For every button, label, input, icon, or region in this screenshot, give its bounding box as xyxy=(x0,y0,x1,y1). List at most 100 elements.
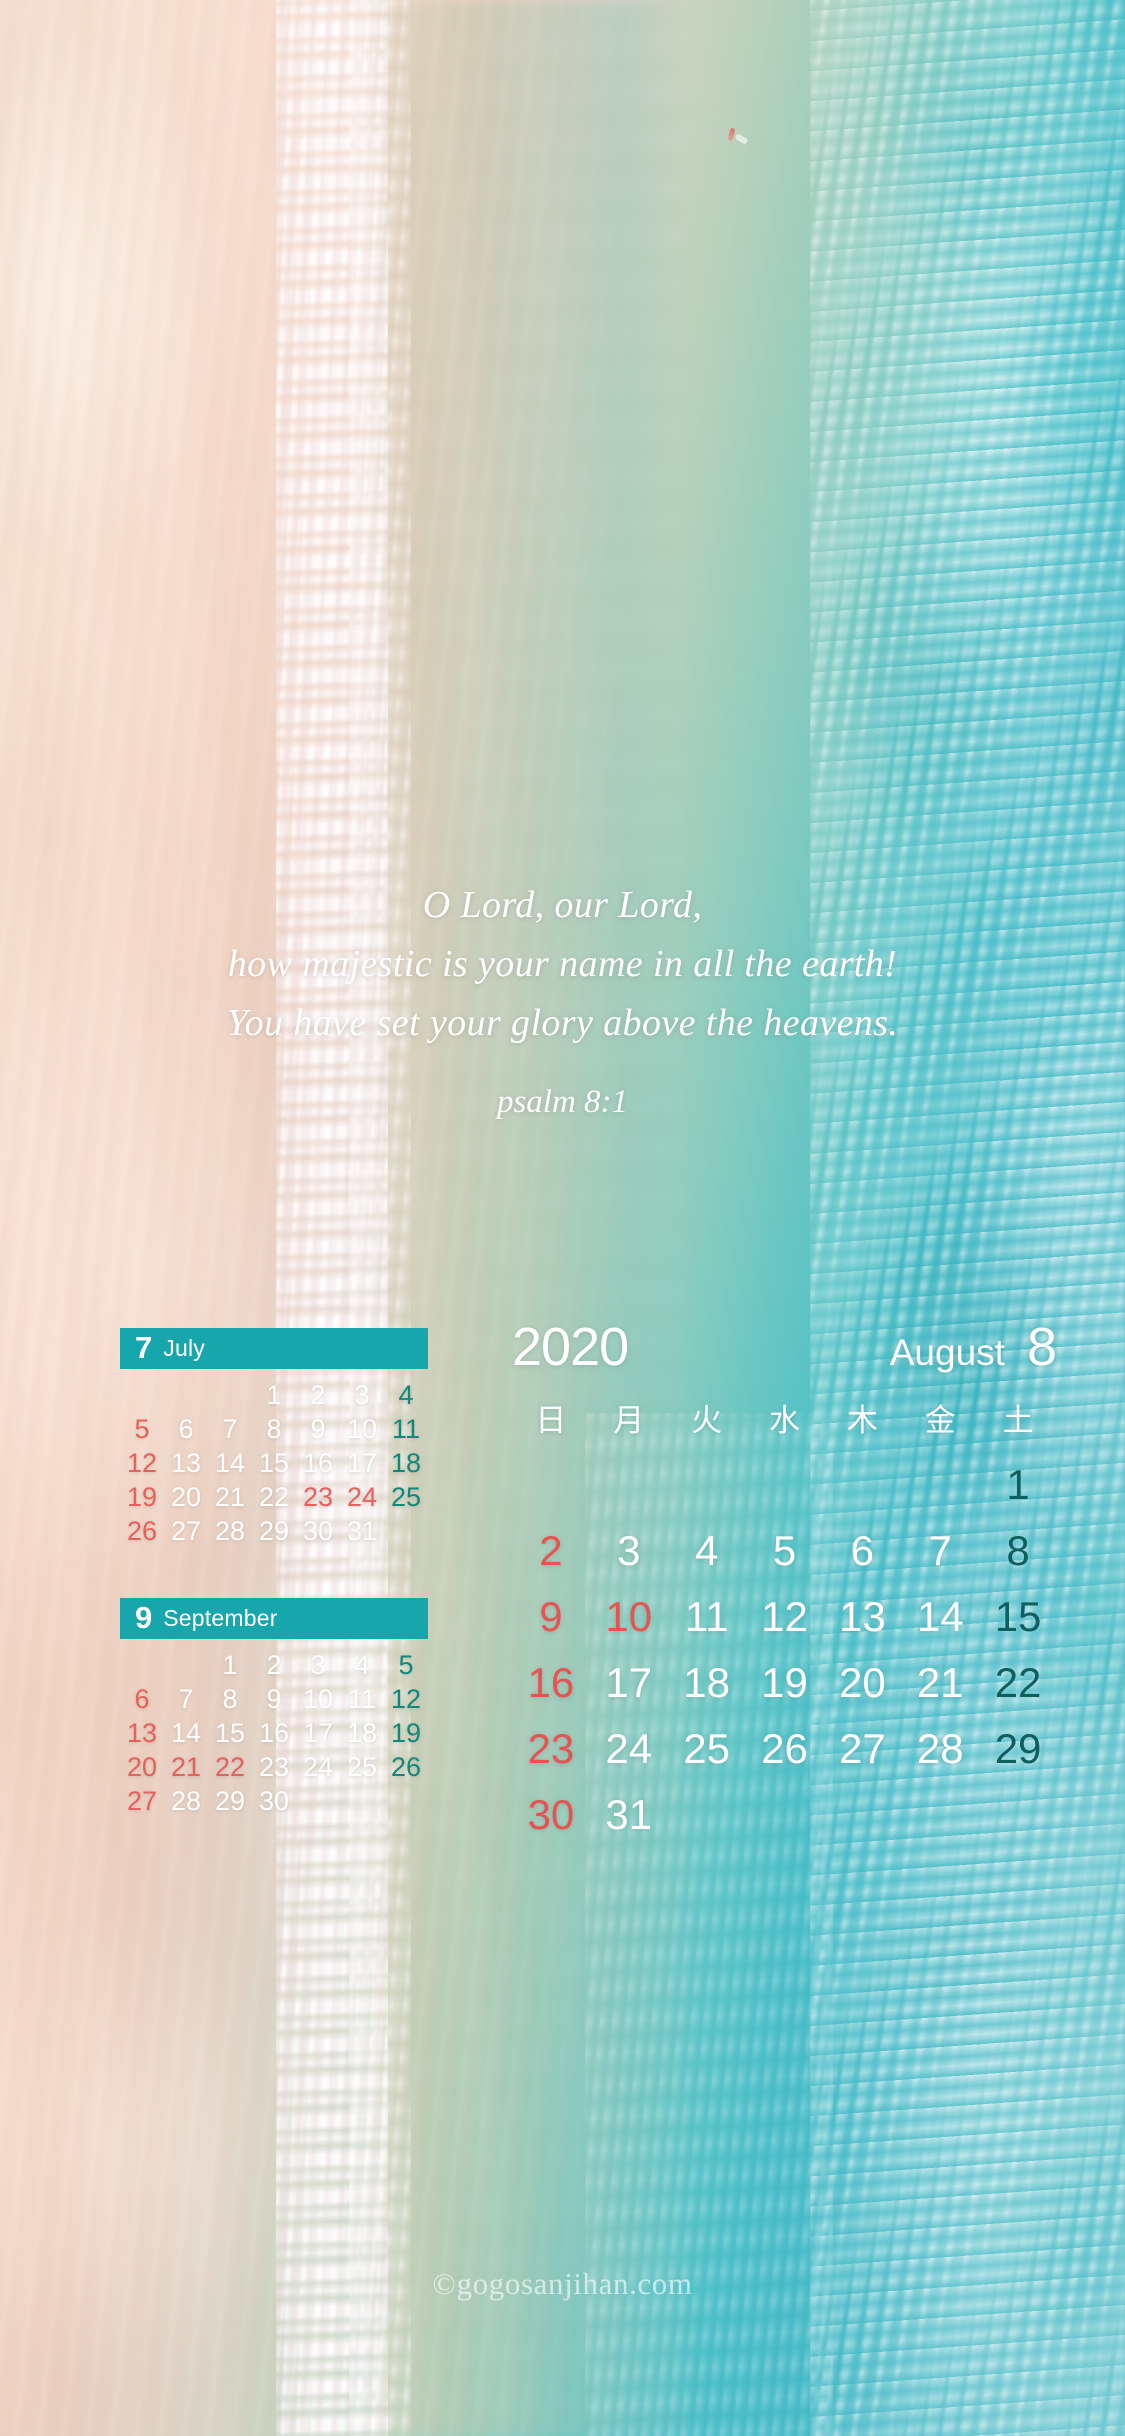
calendar-day-15: 15 xyxy=(994,1593,1042,1640)
weekday-header-2: 火 xyxy=(691,1403,723,1439)
main-calendar-day-grid: 0000001234567891011121314151617181920212… xyxy=(512,1456,1057,1844)
calendar-day-21: 21 xyxy=(214,1482,246,1512)
calendar-day-5: 5 xyxy=(134,1414,150,1444)
site-watermark: ©gogosanjihan.com xyxy=(432,2266,693,2301)
scripture-verse: O Lord, our Lord, how majestic is your n… xyxy=(0,876,1125,1122)
photo-grain-overlay xyxy=(0,0,1125,2436)
main-calendar-month-name: August xyxy=(889,1332,1005,1373)
calendar-day-28: 28 xyxy=(916,1725,964,1772)
calendar-day-2: 2 xyxy=(310,1380,326,1410)
calendar-day-12: 12 xyxy=(126,1448,158,1478)
calendar-day-15: 15 xyxy=(214,1718,246,1748)
mini-calendar-july-header: 7 July xyxy=(120,1328,428,1369)
calendar-day-22: 22 xyxy=(214,1752,246,1782)
mini-september-month-name: September xyxy=(163,1605,278,1631)
calendar-day-16: 16 xyxy=(258,1718,290,1748)
main-calendar-weekday-header: 日月火水木金土 xyxy=(512,1403,1057,1439)
calendar-day-19: 19 xyxy=(761,1659,808,1706)
calendar-day-1: 1 xyxy=(266,1380,282,1410)
calendar-day-7: 7 xyxy=(222,1414,238,1444)
mini-calendar-september-grid: 0012345678910111213141516171819202122232… xyxy=(120,1649,428,1817)
weekday-header-1: 月 xyxy=(613,1403,645,1439)
calendar-day-17: 17 xyxy=(302,1718,334,1748)
calendar-day-29: 29 xyxy=(994,1725,1042,1772)
calendar-day-29: 29 xyxy=(258,1516,290,1546)
calendar-day-13: 13 xyxy=(126,1718,158,1748)
calendar-day-14: 14 xyxy=(916,1593,964,1640)
calendar-day-27: 27 xyxy=(126,1786,158,1816)
mini-september-month-number: 9 xyxy=(135,1600,153,1635)
calendar-day-23: 23 xyxy=(527,1725,575,1772)
calendar-day-22: 22 xyxy=(994,1659,1042,1706)
calendar-day-2: 2 xyxy=(266,1650,282,1680)
calendar-day-19: 19 xyxy=(126,1482,158,1512)
calendar-day-1: 1 xyxy=(1006,1461,1030,1508)
calendar-day-4: 4 xyxy=(398,1380,414,1410)
calendar-day-9: 9 xyxy=(539,1593,563,1640)
calendar-day-13: 13 xyxy=(838,1593,886,1640)
calendar-day-16: 16 xyxy=(302,1448,334,1478)
weekday-header-3: 水 xyxy=(768,1403,800,1439)
calendar-day-11: 11 xyxy=(684,1593,729,1640)
calendar-day-24: 24 xyxy=(302,1752,334,1782)
calendar-day-20: 20 xyxy=(170,1482,202,1512)
calendar-day-3: 3 xyxy=(354,1380,370,1410)
calendar-day-8: 8 xyxy=(1006,1527,1030,1574)
main-calendar-august: 2020 August 8 日月火水木金土 000000123456789101… xyxy=(512,1320,1057,1844)
beach-aerial-photo xyxy=(0,0,1125,2436)
calendar-day-23: 23 xyxy=(302,1482,334,1512)
calendar-day-30: 30 xyxy=(258,1786,290,1816)
mini-calendar-september-header: 9 September xyxy=(120,1598,428,1639)
main-calendar-month-number: 8 xyxy=(1026,1317,1057,1377)
calendar-day-19: 19 xyxy=(390,1718,422,1748)
calendar-day-25: 25 xyxy=(683,1725,730,1772)
calendar-day-27: 27 xyxy=(838,1725,886,1772)
weekday-header-5: 金 xyxy=(924,1403,956,1439)
calendar-day-3: 3 xyxy=(310,1650,326,1680)
calendar-day-26: 26 xyxy=(761,1725,808,1772)
calendar-day-24: 24 xyxy=(346,1482,378,1512)
calendar-day-11: 11 xyxy=(347,1684,377,1714)
calendar-day-28: 28 xyxy=(214,1516,246,1546)
weekday-header-4: 木 xyxy=(846,1403,878,1439)
calendar-day-11: 11 xyxy=(391,1414,421,1444)
calendar-day-5: 5 xyxy=(772,1527,797,1574)
calendar-day-25: 25 xyxy=(346,1752,378,1782)
mini-calendar-july: 7 July 000123456789101112131415161718192… xyxy=(120,1328,428,1547)
verse-reference: psalm 8:1 xyxy=(496,1084,629,1120)
calendar-day-6: 6 xyxy=(850,1527,875,1574)
calendar-day-26: 26 xyxy=(126,1516,158,1546)
calendar-day-17: 17 xyxy=(605,1659,653,1706)
calendar-wallpaper: O Lord, our Lord, how majestic is your n… xyxy=(0,0,1125,2436)
calendar-day-5: 5 xyxy=(398,1650,414,1680)
main-calendar-title: 2020 August 8 xyxy=(512,1320,1057,1374)
calendar-day-16: 16 xyxy=(527,1659,575,1706)
weekday-header-0: 日 xyxy=(535,1403,567,1439)
verse-line-2: how majestic is your name in all the ear… xyxy=(227,943,898,985)
calendar-day-22: 22 xyxy=(258,1482,290,1512)
calendar-day-20: 20 xyxy=(126,1752,158,1782)
verse-line-1: O Lord, our Lord, xyxy=(422,884,703,926)
main-calendar-year: 2020 xyxy=(512,1317,629,1377)
calendar-day-12: 12 xyxy=(761,1593,808,1640)
calendar-day-4: 4 xyxy=(694,1527,719,1574)
calendar-day-7: 7 xyxy=(928,1527,952,1574)
calendar-day-26: 26 xyxy=(390,1752,422,1782)
calendar-day-18: 18 xyxy=(683,1659,730,1706)
calendar-day-14: 14 xyxy=(214,1448,246,1478)
calendar-day-29: 29 xyxy=(214,1786,246,1816)
calendar-day-23: 23 xyxy=(258,1752,290,1782)
calendar-day-31: 31 xyxy=(346,1516,378,1546)
calendar-day-14: 14 xyxy=(170,1718,202,1748)
calendar-day-25: 25 xyxy=(390,1482,422,1512)
weekday-header-6: 土 xyxy=(1002,1403,1034,1439)
mini-calendar-september: 9 September 0012345678910111213141516171… xyxy=(120,1598,428,1817)
calendar-day-10: 10 xyxy=(346,1414,378,1444)
calendar-day-24: 24 xyxy=(605,1725,653,1772)
calendar-day-9: 9 xyxy=(310,1414,326,1444)
calendar-day-4: 4 xyxy=(354,1650,370,1680)
calendar-day-20: 20 xyxy=(838,1659,886,1706)
mini-calendar-july-grid: 0001234567891011121314151617181920212223… xyxy=(120,1379,428,1547)
calendar-day-1: 1 xyxy=(222,1650,238,1680)
mini-july-month-number: 7 xyxy=(135,1330,153,1365)
